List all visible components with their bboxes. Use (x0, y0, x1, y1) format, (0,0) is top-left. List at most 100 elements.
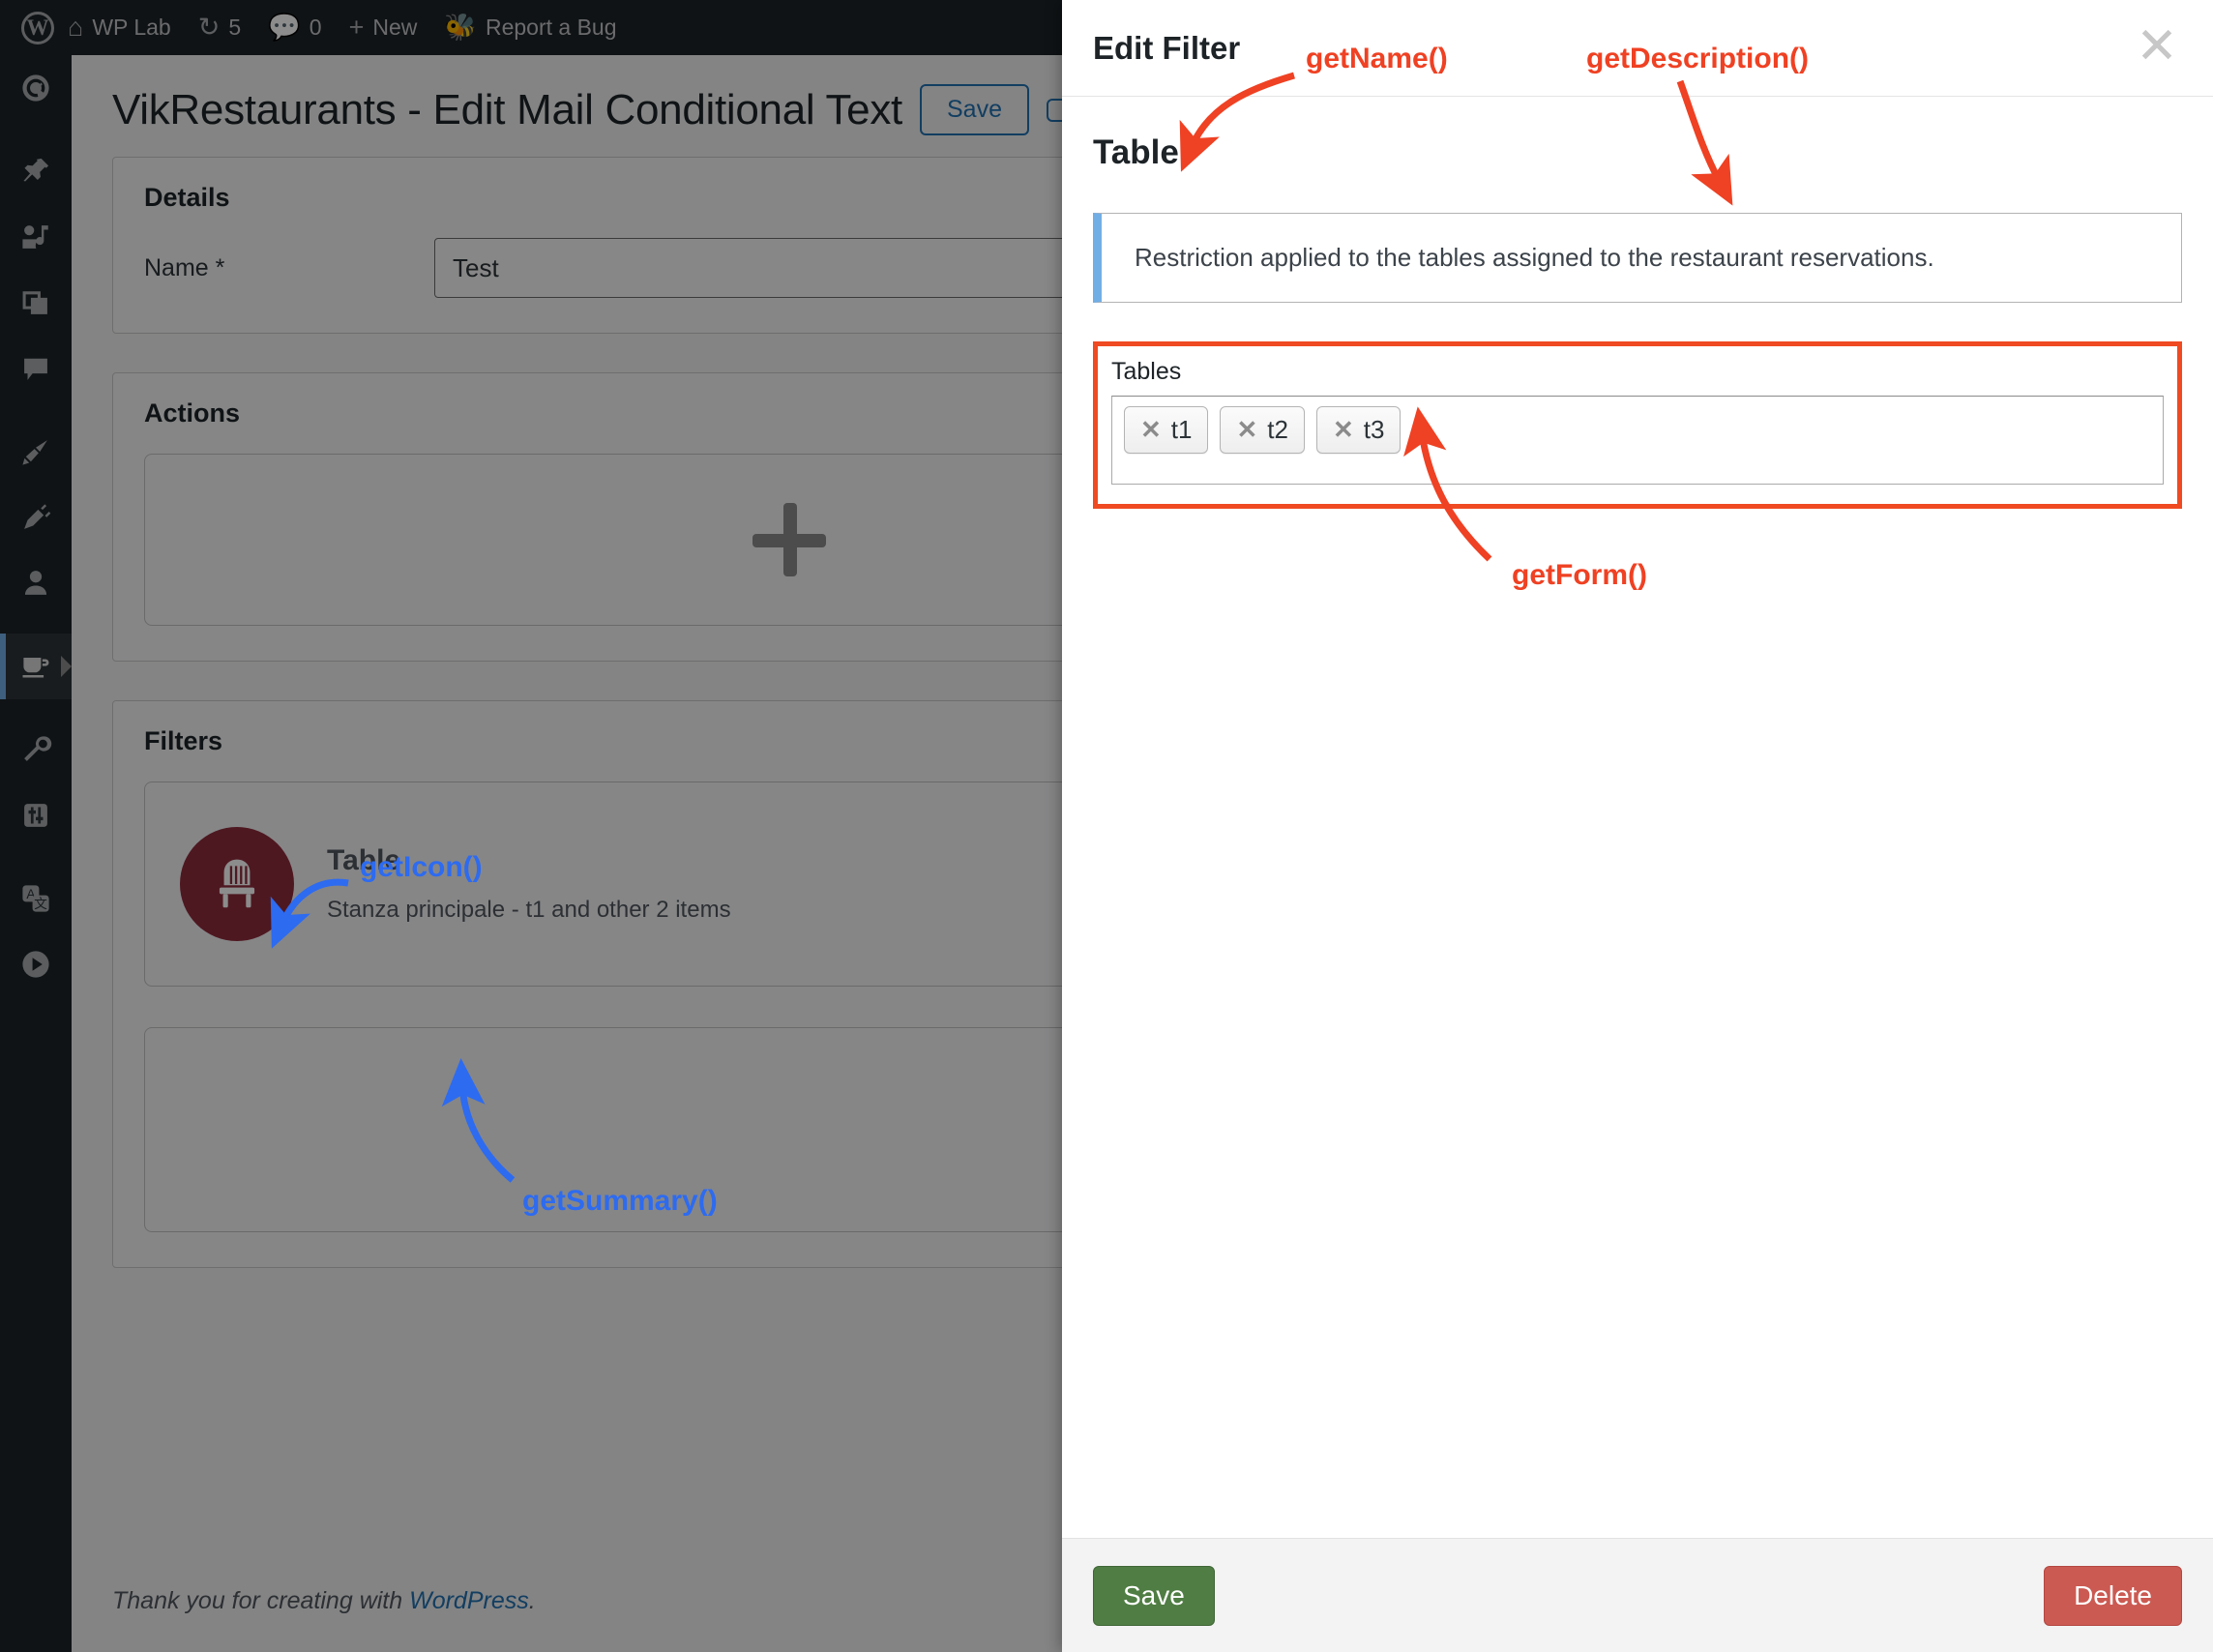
sidebar-item-plugins[interactable] (0, 485, 72, 550)
media-icon (22, 225, 48, 249)
filter-card-empty[interactable] (144, 1027, 1062, 1232)
modal-title: Edit Filter (1093, 29, 1241, 66)
translate-icon: A文 (22, 885, 49, 912)
modal-delete-button[interactable]: Delete (2044, 1565, 2182, 1626)
play-circle-icon (22, 951, 49, 978)
menu-separator (0, 401, 72, 419)
wrench-icon (24, 736, 52, 761)
pages-icon (22, 291, 47, 314)
chip-item[interactable]: ✕ t2 (1220, 406, 1305, 454)
comments-icon: 💬 (268, 13, 301, 42)
filter-card-text: Table Stanza principale - t1 and other 2… (327, 844, 731, 924)
name-field-label: Name * (144, 253, 225, 281)
modal-save-button[interactable]: Save (1093, 1565, 1215, 1626)
admin-bar-updates-count: 5 (228, 15, 242, 40)
details-panel-title: Details (144, 183, 230, 212)
screen: W ⌂ WP Lab ↻ 5 💬 0 + New 🐝 Report a Bug (0, 0, 2213, 1652)
sidebar-item-users[interactable] (0, 550, 72, 616)
sidebar-item-posts[interactable] (0, 138, 72, 204)
admin-bar-new-label: New (372, 15, 418, 40)
add-action-button[interactable] (144, 454, 1062, 626)
actions-panel-title: Actions (144, 398, 241, 428)
chip-item[interactable]: ✕ t3 (1315, 406, 1402, 454)
name-input[interactable] (434, 238, 1062, 298)
sidebar-item-pages[interactable] (0, 270, 72, 336)
plus-icon (752, 503, 826, 576)
plug-icon (24, 504, 51, 529)
sidebar-item-settings[interactable] (0, 782, 72, 848)
sidebar-item-vikrestaurants[interactable] (0, 634, 72, 699)
footer-text-after: . (528, 1587, 536, 1614)
tables-multiselect[interactable]: ✕ t1 ✕ t2 ✕ t3 (1111, 396, 2164, 485)
page-header: VikRestaurants - Edit Mail Conditional T… (72, 55, 1062, 157)
wordpress-footer: Thank you for creating with WordPress. (112, 1587, 536, 1615)
admin-bar-comments[interactable]: 💬 0 (254, 0, 335, 55)
filter-icon-circle (180, 827, 294, 941)
filter-description: Restriction applied to the tables assign… (1093, 213, 2182, 303)
admin-bar-site-name[interactable]: ⌂ WP Lab (54, 0, 185, 55)
sidebar-item-appearance[interactable] (0, 419, 72, 485)
chip-item[interactable]: ✕ t1 (1124, 406, 1209, 454)
wordpress-link[interactable]: WordPress (409, 1587, 529, 1614)
details-panel: Details Name * (112, 157, 1062, 334)
modal-body: Table Restriction applied to the tables … (1062, 97, 2213, 1538)
admin-bar-site-label: WP Lab (92, 15, 171, 40)
home-icon: ⌂ (68, 13, 84, 42)
x-icon[interactable]: ✕ (1236, 415, 1257, 445)
updates-icon: ↻ (197, 13, 221, 42)
filter-card-summary: Stanza principale - t1 and other 2 items (327, 897, 731, 923)
pin-icon (23, 158, 49, 182)
filters-panel-body: Table Stanza principale - t1 and other 2… (113, 764, 1062, 1267)
close-icon[interactable]: ✕ (2130, 19, 2184, 74)
chip-label: t2 (1267, 415, 1288, 444)
modal-header: Edit Filter ✕ (1062, 0, 2213, 97)
filter-name-heading: Table (1093, 133, 1179, 171)
wordpress-logo-icon[interactable]: W (21, 11, 54, 44)
menu-separator (0, 699, 72, 717)
sliders-icon (24, 804, 47, 827)
modal-footer: Save Delete (1062, 1538, 2213, 1652)
sidebar-item-dashboard[interactable] (0, 55, 72, 121)
chip-label: t1 (1170, 415, 1193, 444)
filters-panel-title: Filters (144, 726, 223, 755)
menu-separator (0, 848, 72, 866)
main-content: VikRestaurants - Edit Mail Conditional T… (72, 55, 1062, 1652)
name-field-row: Name * (144, 238, 1062, 298)
sidebar-item-collapse[interactable] (0, 931, 72, 997)
page-title: VikRestaurants - Edit Mail Conditional T… (112, 85, 902, 133)
actions-panel: Actions (112, 372, 1062, 662)
admin-bar-new[interactable]: + New (336, 0, 431, 55)
coffee-cup-icon (22, 658, 49, 678)
admin-bar-report-bug[interactable]: 🐝 Report a Bug (430, 0, 630, 55)
x-icon[interactable]: ✕ (1140, 415, 1162, 445)
edit-filter-modal: Edit Filter ✕ Table Restriction applied … (1062, 0, 2213, 1652)
chip-label: t3 (1363, 415, 1385, 444)
admin-sidebar-menu: A文 (0, 55, 72, 1652)
sidebar-item-tools[interactable] (0, 717, 72, 782)
svg-text:文: 文 (34, 897, 47, 911)
tables-field-label: Tables (1111, 358, 1182, 385)
bug-icon: 🐝 (444, 13, 477, 42)
page-save-button[interactable]: Save (919, 84, 1029, 135)
actions-panel-body (113, 436, 1062, 661)
filter-form-highlight: Tables ✕ t1 ✕ t2 ✕ t3 (1093, 341, 2182, 509)
sidebar-item-translations[interactable]: A文 (0, 866, 72, 931)
filters-panel: Filters Table Stanza principale - t1 and… (112, 700, 1062, 1268)
page-secondary-button[interactable] (1046, 98, 1062, 122)
sidebar-item-media[interactable] (0, 204, 72, 270)
menu-separator (0, 616, 72, 634)
filter-card[interactable]: Table Stanza principale - t1 and other 2… (144, 782, 1062, 987)
x-icon[interactable]: ✕ (1333, 415, 1354, 445)
comment-icon (24, 358, 47, 380)
user-icon (24, 571, 47, 595)
admin-bar-comments-count: 0 (309, 15, 322, 40)
details-panel-body: Name * (113, 221, 1062, 333)
sidebar-item-comments[interactable] (0, 336, 72, 401)
admin-bar-updates[interactable]: ↻ 5 (185, 0, 254, 55)
admin-bar-report-bug-label: Report a Bug (485, 15, 617, 40)
plus-icon: + (348, 13, 365, 42)
chair-icon (219, 859, 255, 908)
dashboard-icon (22, 74, 49, 102)
admin-bar: W ⌂ WP Lab ↻ 5 💬 0 + New 🐝 Report a Bug (0, 0, 1062, 55)
paintbrush-icon (22, 440, 47, 465)
